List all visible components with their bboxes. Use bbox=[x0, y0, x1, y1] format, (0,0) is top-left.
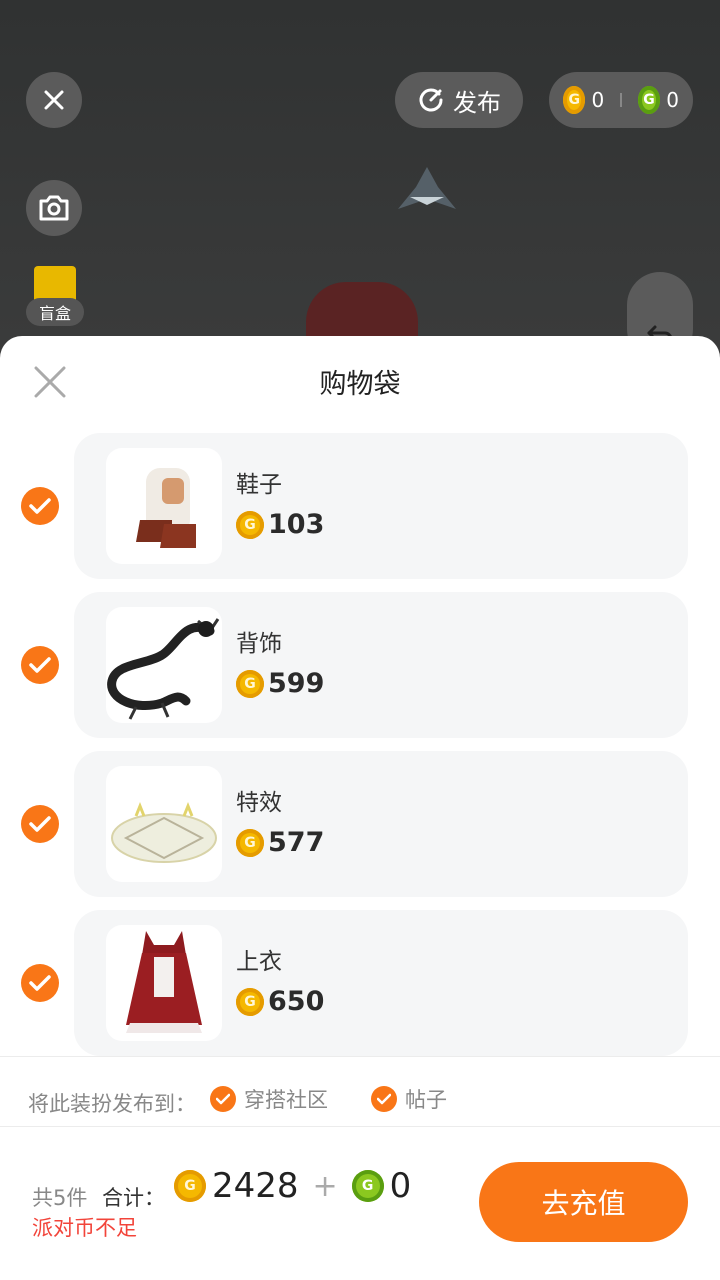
item-price: 577 bbox=[236, 827, 324, 858]
close-button[interactable] bbox=[26, 72, 82, 128]
check-icon bbox=[29, 816, 51, 832]
publish-icon bbox=[419, 88, 443, 112]
g-coin-icon bbox=[637, 86, 661, 114]
publish-label: 发布 bbox=[453, 88, 501, 117]
cart-item[interactable]: 特效 577 bbox=[0, 751, 720, 897]
total-amount: 2428 + 0 bbox=[174, 1166, 411, 1206]
effect-thumbnail bbox=[106, 766, 222, 882]
publish-to-label: 将此装扮发布到： bbox=[28, 1092, 196, 1116]
item-card[interactable]: 上衣 650 bbox=[74, 910, 688, 1056]
item-name: 背饰 bbox=[236, 631, 282, 657]
item-checkbox[interactable] bbox=[21, 805, 59, 843]
plus-sign: + bbox=[312, 1168, 338, 1204]
item-name: 特效 bbox=[236, 790, 282, 816]
publish-option-community[interactable]: 穿搭社区 bbox=[210, 1084, 328, 1114]
close-icon bbox=[44, 90, 64, 110]
party-coin-icon bbox=[236, 510, 264, 539]
party-coin-icon bbox=[236, 669, 264, 698]
insufficient-coins-warning: 派对币不足 bbox=[32, 1216, 137, 1240]
g-coin-balance: 0 bbox=[666, 88, 680, 112]
camera-icon bbox=[39, 195, 69, 221]
sheet-title: 购物袋 bbox=[319, 369, 401, 400]
checkout-footer: 共5件 合计： 2428 + 0 派对币不足 去充值 bbox=[0, 1126, 720, 1280]
blind-box-label: 盲盒 bbox=[26, 298, 84, 326]
item-count: 共5件 bbox=[32, 1186, 88, 1210]
shoes-thumbnail bbox=[106, 448, 222, 564]
publish-option-label: 穿搭社区 bbox=[244, 1088, 328, 1112]
party-coin-balance: 0 bbox=[591, 88, 605, 112]
shark-pet-icon bbox=[398, 167, 456, 209]
item-price-value: 103 bbox=[268, 509, 325, 540]
publish-option-label: 帖子 bbox=[405, 1088, 447, 1112]
item-price: 599 bbox=[236, 668, 324, 699]
total-party-coins: 2428 bbox=[212, 1166, 299, 1206]
camera-button[interactable] bbox=[26, 180, 82, 236]
check-icon bbox=[29, 498, 51, 514]
item-price: 103 bbox=[236, 509, 324, 540]
divider bbox=[620, 93, 622, 107]
item-checkbox[interactable] bbox=[21, 646, 59, 684]
item-name: 上衣 bbox=[236, 949, 282, 975]
party-coin-icon bbox=[236, 828, 264, 857]
item-checkbox[interactable] bbox=[21, 964, 59, 1002]
party-coin-icon bbox=[563, 86, 586, 114]
check-icon bbox=[29, 657, 51, 673]
g-coin-icon bbox=[351, 1170, 384, 1202]
item-checkbox[interactable] bbox=[21, 487, 59, 525]
divider bbox=[0, 1056, 720, 1057]
currency-balance[interactable]: 0 0 bbox=[549, 72, 693, 128]
check-icon bbox=[29, 975, 51, 991]
party-coin-icon bbox=[174, 1170, 206, 1202]
item-card[interactable]: 特效 577 bbox=[74, 751, 688, 897]
publish-button[interactable]: 发布 bbox=[395, 72, 523, 128]
shopping-bag-sheet: 购物袋 鞋子 103 bbox=[0, 336, 720, 1280]
top-clothing-thumbnail bbox=[106, 925, 222, 1041]
total-label: 合计： bbox=[102, 1186, 165, 1210]
cart-item[interactable]: 上衣 650 bbox=[0, 910, 720, 1056]
check-icon bbox=[371, 1086, 397, 1112]
back-accessory-thumbnail bbox=[106, 607, 222, 723]
item-price-value: 650 bbox=[268, 986, 325, 1017]
item-card[interactable]: 鞋子 103 bbox=[74, 433, 688, 579]
party-coin-icon bbox=[236, 987, 264, 1016]
check-icon bbox=[210, 1086, 236, 1112]
avatar-character bbox=[306, 282, 418, 342]
publish-to-row: 将此装扮发布到： 穿搭社区 帖子 bbox=[0, 1072, 720, 1132]
item-card[interactable]: 背饰 599 bbox=[74, 592, 688, 738]
recharge-button[interactable]: 去充值 bbox=[479, 1162, 688, 1242]
item-price-value: 599 bbox=[268, 668, 325, 699]
item-price-value: 577 bbox=[268, 827, 325, 858]
blind-box-button[interactable]: 盲盒 bbox=[26, 262, 86, 332]
total-g-coins: 0 bbox=[389, 1166, 412, 1206]
cart-item[interactable]: 鞋子 103 bbox=[0, 433, 720, 579]
publish-option-post[interactable]: 帖子 bbox=[371, 1084, 447, 1114]
item-name: 鞋子 bbox=[236, 472, 282, 498]
cart-item[interactable]: 背饰 599 bbox=[0, 592, 720, 738]
item-price: 650 bbox=[236, 986, 324, 1017]
